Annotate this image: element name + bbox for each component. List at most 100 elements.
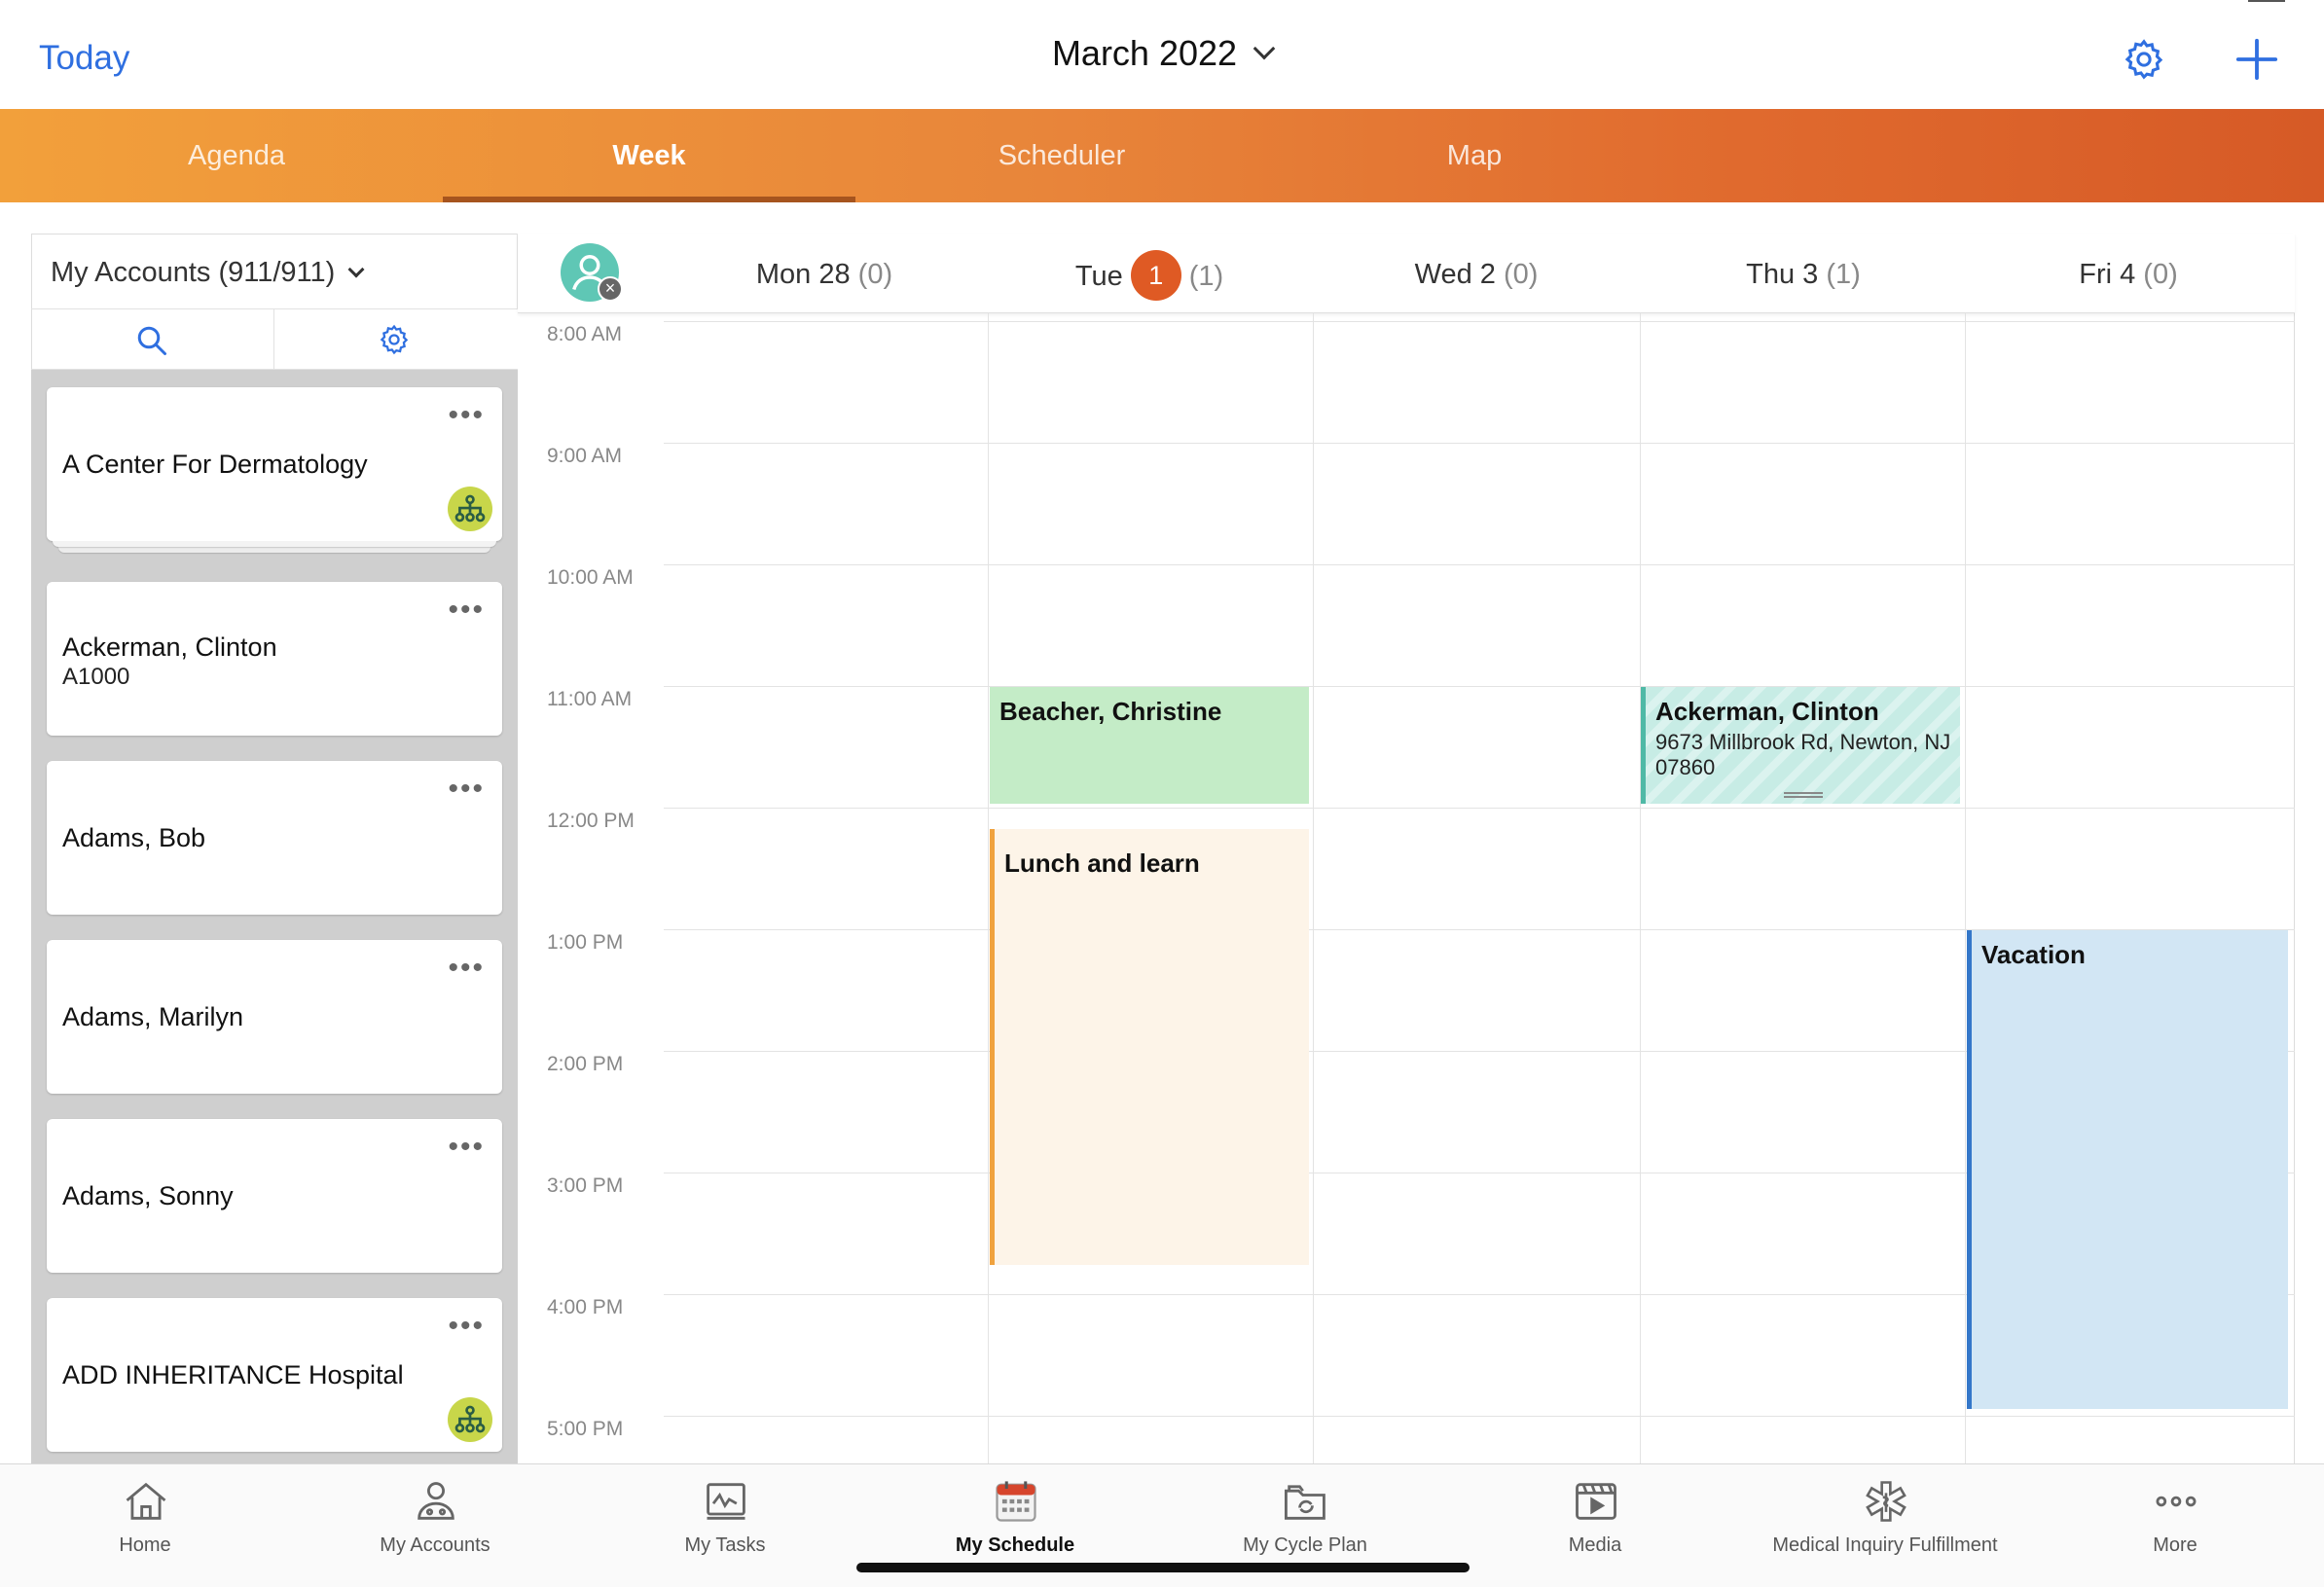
hour-label: 5:00 PM: [547, 1418, 624, 1440]
hour-label: 2:00 PM: [547, 1053, 624, 1075]
home-indicator[interactable]: [856, 1563, 1470, 1572]
nav-label: More: [2153, 1534, 2197, 1556]
account-card[interactable]: ••• Adams, Marilyn: [47, 940, 502, 1094]
account-card[interactable]: ••• Ackerman, Clinton A1000: [47, 582, 502, 736]
event-title: Beacher, Christine: [999, 697, 1222, 726]
account-name: A Center For Dermatology: [62, 450, 368, 479]
day-count: (0): [1503, 259, 1539, 290]
gear-icon: [380, 324, 409, 355]
more-options-icon[interactable]: •••: [448, 1133, 485, 1162]
nav-home[interactable]: Home: [0, 1464, 290, 1588]
more-options-icon[interactable]: •••: [448, 401, 485, 430]
hierarchy-icon: [448, 487, 492, 531]
account-name: Adams, Marilyn: [62, 1002, 244, 1031]
accounts-list[interactable]: ••• A Center For Dermatology ••• Ackerma…: [31, 370, 518, 1463]
day-header-thu[interactable]: Thu 3 (1): [1643, 259, 1964, 291]
day-divider: [988, 313, 989, 1463]
event-beacher-christine[interactable]: Beacher, Christine: [990, 687, 1309, 804]
nav-media[interactable]: Media: [1450, 1464, 1740, 1588]
day-divider: [1313, 313, 1314, 1463]
event-lunch-and-learn[interactable]: Lunch and learn: [990, 829, 1309, 1265]
nav-label: My Tasks: [684, 1534, 766, 1556]
month-title: March 2022: [1051, 33, 1238, 73]
tab-scheduler[interactable]: Scheduler: [855, 109, 1268, 202]
chevron-down-icon: [1253, 37, 1276, 60]
nav-label: My Schedule: [955, 1534, 1075, 1556]
day-header-tue[interactable]: Tue 1 (1): [989, 250, 1310, 302]
media-icon: [1576, 1483, 1616, 1520]
account-card[interactable]: ••• A Center For Dermatology: [47, 387, 502, 553]
event-title: Lunch and learn: [1004, 848, 1200, 878]
day-header-wed[interactable]: Wed 2 (0): [1316, 259, 1637, 291]
nav-my-accounts[interactable]: My Accounts: [290, 1464, 580, 1588]
medical-icon: [1866, 1481, 1906, 1522]
event-title: Ackerman, Clinton: [1655, 697, 1879, 726]
hour-line: [664, 686, 2295, 687]
tab-week[interactable]: Week: [443, 109, 855, 202]
account-id: A1000: [62, 664, 130, 690]
nav-medical-inquiry-fulfillment[interactable]: Medical Inquiry Fulfillment: [1740, 1464, 2030, 1588]
hour-line: [664, 564, 2295, 565]
more-options-icon[interactable]: •••: [448, 596, 485, 625]
account-card[interactable]: ••• Adams, Sonny: [47, 1119, 502, 1273]
top-header: Today March 2022: [0, 0, 2324, 109]
day-label: Wed 2: [1414, 259, 1496, 290]
status-indicator: [2248, 0, 2285, 2]
tab-map[interactable]: Map: [1268, 109, 1681, 202]
nav-label: My Cycle Plan: [1243, 1534, 1367, 1556]
calendar-icon: [996, 1481, 1036, 1522]
day-divider: [1640, 313, 1641, 1463]
day-label: Mon 28: [755, 259, 851, 290]
day-count: (1): [1826, 259, 1861, 290]
day-label: Thu 3: [1746, 259, 1819, 290]
event-ackerman-clinton[interactable]: Ackerman, Clinton 9673 Millbrook Rd, New…: [1641, 687, 1960, 804]
accounts-search-button[interactable]: [31, 309, 274, 370]
hierarchy-icon: [448, 1397, 492, 1442]
card-stack: [53, 541, 496, 547]
nav-label: My Accounts: [380, 1534, 490, 1556]
accounts-filter[interactable]: My Accounts (911/911): [31, 234, 518, 309]
nav-label: Medical Inquiry Fulfillment: [1772, 1534, 1998, 1556]
nav-label: Media: [1568, 1534, 1622, 1556]
card-stack: [58, 547, 490, 553]
view-tabs: Agenda Week Scheduler Map: [0, 109, 2324, 202]
more-options-icon[interactable]: •••: [448, 775, 485, 804]
account-name: Adams, Sonny: [62, 1181, 234, 1210]
day-header-fri[interactable]: Fri 4 (0): [1968, 259, 2289, 291]
hour-line: [664, 808, 2295, 809]
hour-label: 4:00 PM: [547, 1296, 624, 1318]
day-divider: [1965, 313, 1966, 1463]
accounts-filter-label: My Accounts (911/911): [51, 257, 336, 288]
resize-handle[interactable]: [1784, 792, 1823, 798]
tab-agenda[interactable]: Agenda: [30, 109, 443, 202]
account-card[interactable]: ••• ADD INHERITANCE Hospital: [47, 1298, 502, 1452]
gear-icon[interactable]: [2122, 37, 2166, 82]
add-icon[interactable]: [2234, 37, 2279, 82]
day-count: (1): [1188, 261, 1224, 292]
event-address: 9673 Millbrook Rd, Newton, NJ 07860: [1655, 730, 1951, 779]
accounts-settings-button[interactable]: [274, 309, 518, 370]
account-name: Ackerman, Clinton: [62, 632, 277, 662]
account-name: ADD INHERITANCE Hospital: [62, 1360, 404, 1390]
day-header-mon[interactable]: Mon 28 (0): [664, 259, 985, 291]
nav-more[interactable]: More: [2030, 1464, 2320, 1588]
hour-label: 11:00 AM: [547, 688, 633, 710]
nav-my-tasks[interactable]: My Tasks: [580, 1464, 870, 1588]
close-icon[interactable]: ×: [598, 276, 623, 302]
hour-label: 3:00 PM: [547, 1174, 624, 1197]
cycle-plan-icon: [1285, 1485, 1325, 1520]
chevron-down-icon: [347, 261, 365, 278]
month-selector[interactable]: March 2022: [0, 33, 2324, 74]
event-vacation[interactable]: Vacation: [1967, 930, 2288, 1409]
event-title: Vacation: [1981, 940, 2086, 969]
more-options-icon[interactable]: •••: [448, 1312, 485, 1341]
hour-line: [664, 1416, 2295, 1417]
hour-label: 12:00 PM: [547, 810, 635, 832]
accounts-toolbar: [31, 309, 518, 370]
day-count: (0): [2143, 259, 2178, 290]
day-label: Fri 4: [2079, 259, 2136, 290]
more-options-icon[interactable]: •••: [448, 954, 485, 983]
more-icon: [2156, 1496, 2197, 1507]
account-card[interactable]: ••• Adams, Bob: [47, 761, 502, 915]
search-icon: [137, 326, 166, 355]
